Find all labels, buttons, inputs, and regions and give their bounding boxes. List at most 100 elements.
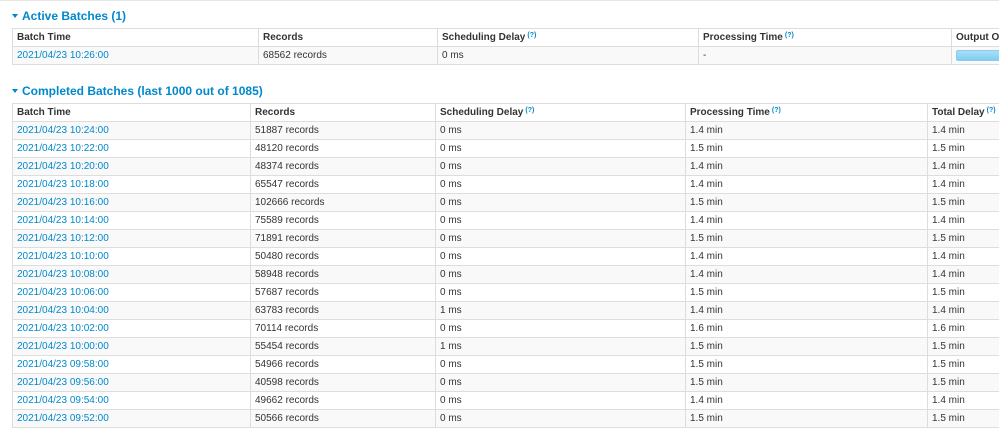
batch-time-link[interactable]: 2021/04/23 10:22:00: [12, 139, 251, 158]
batch-time-link[interactable]: 2021/04/23 10:06:00: [12, 283, 251, 302]
total-delay-cell: 1.4 min: [927, 301, 999, 320]
active-batches-title: Active Batches (1): [22, 9, 127, 23]
completed-batches-toggle[interactable]: Completed Batches (last 1000 out of 1085…: [12, 84, 263, 98]
output-op-cell: [951, 46, 999, 65]
active-batches-toggle[interactable]: Active Batches (1): [12, 9, 126, 23]
help-icon[interactable]: (?): [527, 32, 536, 39]
batch-time-link[interactable]: 2021/04/23 10:02:00: [12, 319, 251, 338]
batch-time-link[interactable]: 2021/04/23 10:26:00: [12, 46, 259, 65]
column-header-records[interactable]: Records: [250, 103, 436, 122]
table-row: 2021/04/23 10:16:00 102666 records 0 ms 1.5…: [12, 193, 999, 212]
table-row: 2021/04/23 10:26:00 68562 records 0 ms -: [12, 46, 999, 65]
total-delay-cell: 1.5 min: [927, 355, 999, 374]
processing-time-cell: 1.5 min: [685, 355, 928, 374]
column-header-scheduling-delay[interactable]: Scheduling Delay (?): [435, 103, 686, 122]
help-icon[interactable]: (?): [785, 32, 794, 39]
column-header-output-op[interactable]: Output Op: [951, 28, 999, 47]
records-cell: 63783 records: [250, 301, 436, 320]
total-delay-cell: 1.5 min: [927, 283, 999, 302]
total-delay-cell: 1.5 min: [927, 193, 999, 212]
table-row: 2021/04/23 09:58:00 54966 records 0 ms 1.5 …: [12, 355, 999, 374]
total-delay-cell: 1.5 min: [927, 373, 999, 392]
batch-time-link[interactable]: 2021/04/23 10:24:00: [12, 121, 251, 140]
processing-time-cell: 1.5 min: [685, 229, 928, 248]
scheduling-delay-cell: 0 ms: [435, 211, 686, 230]
output-op-progress-bar: [956, 49, 999, 61]
records-cell: 55454 records: [250, 337, 436, 356]
total-delay-cell: 1.4 min: [927, 391, 999, 410]
batch-time-link[interactable]: 2021/04/23 10:10:00: [12, 247, 251, 266]
processing-time-cell: 1.6 min: [685, 319, 928, 338]
records-cell: 51887 records: [250, 121, 436, 140]
streaming-batches-page: Active Batches (1) Batch Time Records Sc…: [0, 0, 999, 428]
total-delay-cell: 1.5 min: [927, 409, 999, 428]
table-header-row: Batch Time Records Scheduling Delay (?) P…: [12, 103, 999, 122]
total-delay-cell: 1.4 min: [927, 121, 999, 140]
batch-time-link[interactable]: 2021/04/23 09:56:00: [12, 373, 251, 392]
batch-time-link[interactable]: 2021/04/23 10:12:00: [12, 229, 251, 248]
column-header-batch-time[interactable]: Batch Time: [12, 28, 259, 47]
scheduling-delay-cell: 0 ms: [435, 265, 686, 284]
column-header-processing-time[interactable]: Processing Time (?): [685, 103, 928, 122]
table-header-row: Batch Time Records Scheduling Delay (?) P…: [12, 28, 999, 47]
processing-time-cell: 1.5 min: [685, 283, 928, 302]
scheduling-delay-cell: 0 ms: [435, 175, 686, 194]
records-cell: 50566 records: [250, 409, 436, 428]
records-cell: 70114 records: [250, 319, 436, 338]
records-cell: 58948 records: [250, 265, 436, 284]
processing-time-cell: 1.4 min: [685, 391, 928, 410]
scheduling-delay-cell: 0 ms: [435, 391, 686, 410]
processing-time-cell: 1.5 min: [685, 409, 928, 428]
total-delay-cell: 1.4 min: [927, 247, 999, 266]
table-row: 2021/04/23 10:14:00 75589 records 0 ms 1.4 …: [12, 211, 999, 230]
records-cell: 40598 records: [250, 373, 436, 392]
completed-batches-title: Completed Batches (last 1000 out of 1085…: [22, 84, 263, 98]
column-header-total-delay[interactable]: Total Delay (?): [927, 103, 999, 122]
records-cell: 57687 records: [250, 283, 436, 302]
batch-time-link[interactable]: 2021/04/23 09:52:00: [12, 409, 251, 428]
help-icon[interactable]: (?): [525, 107, 534, 114]
batch-time-link[interactable]: 2021/04/23 09:58:00: [12, 355, 251, 374]
processing-time-cell: 1.5 min: [685, 373, 928, 392]
batch-time-link[interactable]: 2021/04/23 10:14:00: [12, 211, 251, 230]
column-header-processing-time[interactable]: Processing Time (?): [698, 28, 952, 47]
records-cell: 49662 records: [250, 391, 436, 410]
scheduling-delay-cell: 0 ms: [435, 409, 686, 428]
scheduling-delay-cell: 0 ms: [435, 373, 686, 392]
top-divider: [0, 0, 999, 1]
active-batches-table: Batch Time Records Scheduling Delay (?) P…: [12, 28, 999, 65]
batch-time-link[interactable]: 2021/04/23 10:04:00: [12, 301, 251, 320]
scheduling-delay-cell: 0 ms: [435, 283, 686, 302]
total-delay-cell: 1.6 min: [927, 319, 999, 338]
column-header-batch-time[interactable]: Batch Time: [12, 103, 251, 122]
processing-time-cell: 1.4 min: [685, 121, 928, 140]
records-cell: 54966 records: [250, 355, 436, 374]
scheduling-delay-cell: 0 ms: [435, 139, 686, 158]
table-row: 2021/04/23 10:20:00 48374 records 0 ms 1.4 …: [12, 157, 999, 176]
processing-time-cell: 1.4 min: [685, 265, 928, 284]
batch-time-link[interactable]: 2021/04/23 10:00:00: [12, 337, 251, 356]
table-row: 2021/04/23 10:02:00 70114 records 0 ms 1.6 …: [12, 319, 999, 338]
column-header-records[interactable]: Records: [258, 28, 438, 47]
batch-time-link[interactable]: 2021/04/23 10:08:00: [12, 265, 251, 284]
records-cell: 68562 records: [258, 46, 438, 65]
scheduling-delay-cell: 0 ms: [435, 319, 686, 338]
table-row: 2021/04/23 10:22:00 48120 records 0 ms 1.5 …: [12, 139, 999, 158]
batch-time-link[interactable]: 2021/04/23 09:54:00: [12, 391, 251, 410]
table-row: 2021/04/23 10:04:00 63783 records 1 ms 1.4 …: [12, 301, 999, 320]
scheduling-delay-cell: 0 ms: [435, 229, 686, 248]
processing-time-cell: 1.5 min: [685, 193, 928, 212]
batch-time-link[interactable]: 2021/04/23 10:18:00: [12, 175, 251, 194]
batch-time-link[interactable]: 2021/04/23 10:16:00: [12, 193, 251, 212]
batch-time-link[interactable]: 2021/04/23 10:20:00: [12, 157, 251, 176]
processing-time-cell: 1.5 min: [685, 337, 928, 356]
processing-time-cell: 1.5 min: [685, 139, 928, 158]
completed-batches-table: Batch Time Records Scheduling Delay (?) P…: [12, 103, 999, 428]
table-row: 2021/04/23 10:08:00 58948 records 0 ms 1.4 …: [12, 265, 999, 284]
column-header-scheduling-delay[interactable]: Scheduling Delay (?): [437, 28, 699, 47]
help-icon[interactable]: (?): [987, 107, 996, 114]
processing-time-cell: 1.4 min: [685, 157, 928, 176]
total-delay-cell: 1.4 min: [927, 211, 999, 230]
help-icon[interactable]: (?): [772, 107, 781, 114]
processing-time-cell: -: [698, 46, 952, 65]
